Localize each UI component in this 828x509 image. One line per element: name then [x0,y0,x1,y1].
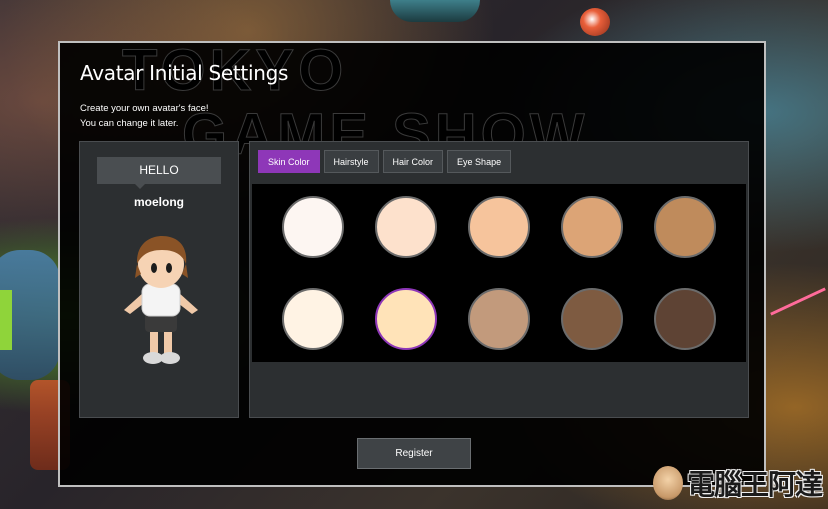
customization-panel: Skin Color Hairstyle Hair Color Eye Shap… [249,141,749,418]
tab-eye-shape[interactable]: Eye Shape [447,150,512,173]
skin-color-swatch[interactable] [282,288,344,350]
skin-color-swatch[interactable] [654,288,716,350]
skin-color-swatch[interactable] [375,288,437,350]
customization-tabs: Skin Color Hairstyle Hair Color Eye Shap… [258,150,512,173]
avatar-preview-panel: HELLO moelong [79,141,239,418]
tab-hairstyle[interactable]: Hairstyle [323,150,379,173]
skin-color-swatch[interactable] [654,196,716,258]
speech-caret-icon [135,184,145,189]
watermark-face-icon [652,466,683,500]
tab-hair-color[interactable]: Hair Color [382,150,444,173]
background-machine-art [390,0,480,22]
skin-color-swatch[interactable] [561,196,623,258]
dialog-subtitle: Create your own avatar's face! You can c… [80,101,209,131]
background-mascot-icon [580,8,610,36]
dialog-title: Avatar Initial Settings [80,61,289,85]
username-label: moelong [134,195,184,209]
skin-color-swatch[interactable] [375,196,437,258]
subtitle-line: You can change it later. [80,118,179,129]
site-watermark: 電腦王阿達 [652,463,823,503]
skin-color-grid [252,184,746,362]
skin-color-swatch[interactable] [468,196,530,258]
tab-skin-color[interactable]: Skin Color [258,150,320,173]
avatar-figure [124,236,198,364]
skin-color-swatch[interactable] [468,288,530,350]
avatar-eye [151,263,157,273]
background-laser-light [770,287,826,316]
skin-color-swatch[interactable] [282,196,344,258]
register-button[interactable]: Register [357,438,471,469]
site-watermark-text: 電腦王阿達 [686,468,823,501]
avatar-settings-dialog: TOKYO GAME SHOW Avatar Initial Settings … [58,41,766,487]
avatar-shoe [160,352,180,364]
game-background: TOKYO GAME SHOW Avatar Initial Settings … [0,0,828,509]
avatar-shirt [141,283,181,317]
skin-color-swatch[interactable] [561,288,623,350]
background-neon-light [0,290,12,350]
avatar-eye [166,263,172,273]
subtitle-line: Create your own avatar's face! [80,103,209,114]
greeting-bubble: HELLO [97,157,221,184]
